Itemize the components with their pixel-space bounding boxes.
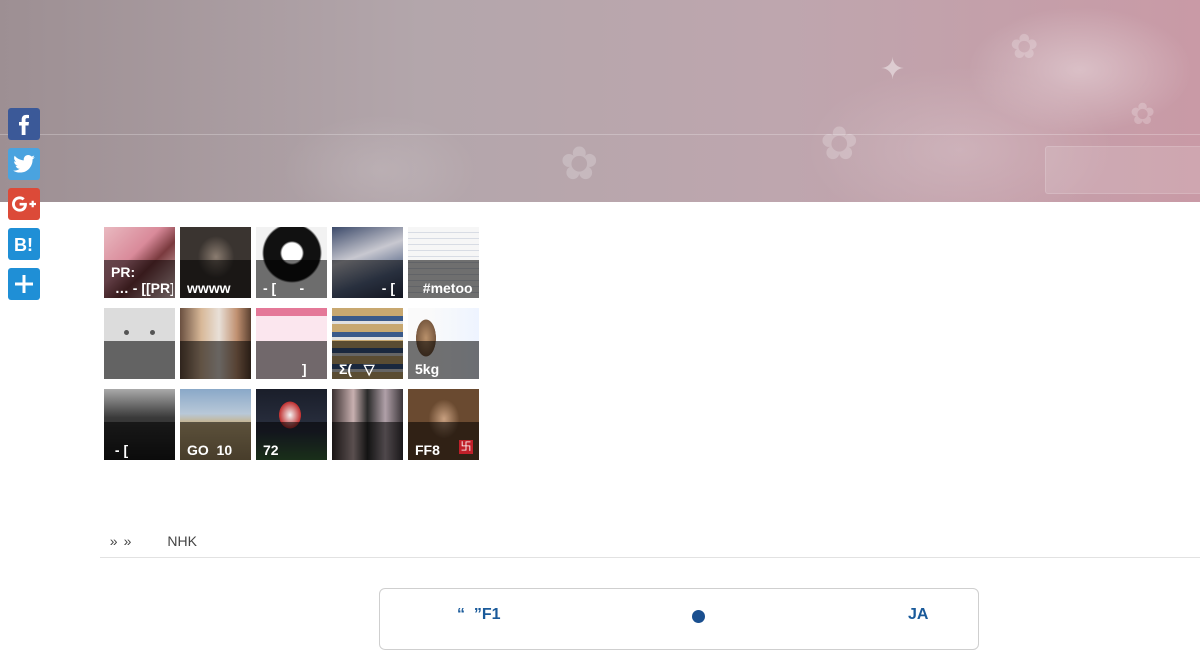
article-title: ] bbox=[263, 361, 307, 377]
search-box[interactable] bbox=[1045, 146, 1200, 194]
article-title: Σ( ▽ bbox=[339, 361, 375, 377]
related-articles-grid: PR: … - [[PR] wwww - [ - - [ #metoo] Σ(… bbox=[104, 227, 484, 460]
flower-decoration: ✿ bbox=[560, 136, 599, 190]
banner-divider bbox=[0, 134, 1200, 135]
article-tile[interactable]: - [ bbox=[104, 389, 175, 460]
article-tile[interactable]: PR: … - [[PR] bbox=[104, 227, 175, 298]
tile-overlay bbox=[180, 341, 251, 379]
flower-decoration: ✿ bbox=[1130, 97, 1156, 132]
plus-icon bbox=[15, 275, 33, 293]
article-title: #metoo bbox=[415, 280, 473, 296]
swastika-icon: 卐 bbox=[459, 440, 473, 454]
sparkle-decoration: ✦ bbox=[880, 52, 906, 87]
article-nav-card: “ ”F1 JAS bbox=[379, 588, 979, 650]
tile-overlay bbox=[104, 341, 175, 379]
hatena-share-button[interactable]: B! bbox=[8, 228, 40, 260]
article-tile[interactable]: GO 10 bbox=[180, 389, 251, 460]
twitter-share-button[interactable] bbox=[8, 148, 40, 180]
article-title: 5kg bbox=[415, 361, 440, 377]
tile-overlay bbox=[332, 422, 403, 460]
article-tile[interactable]: #metoo bbox=[408, 227, 479, 298]
generic-share-button[interactable] bbox=[8, 268, 40, 300]
facebook-icon bbox=[19, 114, 29, 135]
svg-text:B!: B! bbox=[14, 235, 33, 254]
googleplus-share-button[interactable] bbox=[8, 188, 40, 220]
article-tile[interactable]: ] bbox=[256, 308, 327, 379]
article-title: - [ - bbox=[263, 280, 305, 296]
article-tile[interactable] bbox=[104, 308, 175, 379]
article-title: 72 bbox=[263, 442, 279, 458]
article-tile[interactable]: wwww bbox=[180, 227, 251, 298]
flower-decoration: ✿ bbox=[820, 116, 859, 170]
article-tile[interactable] bbox=[180, 308, 251, 379]
googleplus-icon bbox=[12, 196, 36, 212]
article-tile[interactable]: Σ( ▽ bbox=[332, 308, 403, 379]
article-tile[interactable]: 72 bbox=[256, 389, 327, 460]
article-title: - [ bbox=[111, 442, 129, 458]
breadcrumb-current[interactable]: NHK bbox=[167, 533, 197, 549]
article-title: GO 10 bbox=[187, 442, 233, 458]
article-tile[interactable]: 5kg bbox=[408, 308, 479, 379]
breadcrumb: » » NHK bbox=[102, 517, 197, 549]
previous-article-link[interactable]: “ ”F1 bbox=[457, 606, 501, 624]
twitter-icon bbox=[13, 155, 35, 173]
facebook-share-button[interactable] bbox=[8, 108, 40, 140]
section-divider bbox=[100, 557, 1200, 558]
article-title: PR: … - [[PR] bbox=[111, 264, 173, 296]
breadcrumb-separator: » bbox=[123, 533, 132, 549]
next-article-link[interactable]: JAS bbox=[908, 606, 928, 624]
article-title: wwww bbox=[187, 280, 231, 296]
article-tile[interactable]: - [ bbox=[332, 227, 403, 298]
share-bar: B! bbox=[8, 108, 40, 308]
article-tile[interactable]: FF8 卐 bbox=[408, 389, 479, 460]
header-banner: ✿ ✿ ✿ ✿ ✦ bbox=[0, 0, 1200, 202]
article-title: - [ bbox=[339, 280, 395, 296]
flower-decoration: ✿ bbox=[1010, 27, 1039, 67]
bullet-dot-icon bbox=[692, 610, 705, 623]
article-tile[interactable] bbox=[332, 389, 403, 460]
article-tile[interactable]: - [ - bbox=[256, 227, 327, 298]
breadcrumb-separator: » bbox=[109, 533, 118, 549]
hatena-bookmark-icon: B! bbox=[14, 235, 33, 254]
